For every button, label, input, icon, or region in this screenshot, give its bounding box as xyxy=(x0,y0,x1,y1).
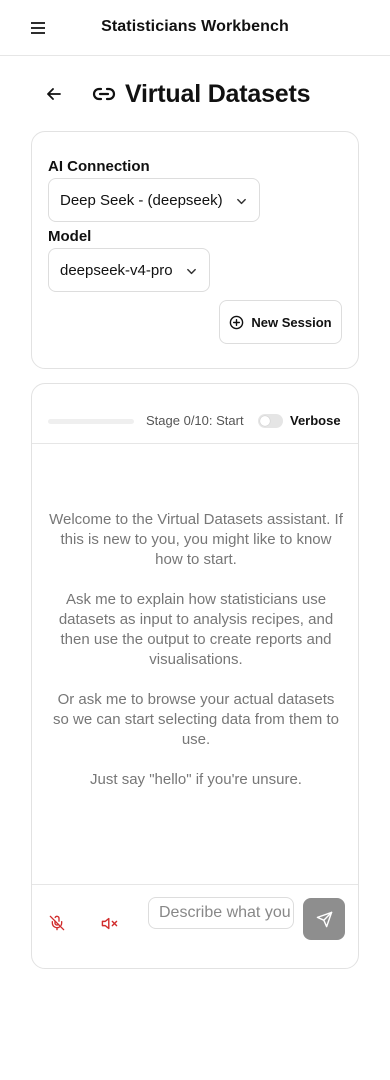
speaker-toggle-button[interactable] xyxy=(95,909,123,937)
stage-status-text: Stage 0/10: Start xyxy=(146,413,244,428)
new-session-button[interactable]: New Session xyxy=(219,300,342,344)
app-title: Statisticians Workbench xyxy=(101,18,289,35)
welcome-message: Or ask me to browse your actual datasets… xyxy=(53,691,339,748)
volume-off-icon xyxy=(101,915,118,932)
chat-messages: Welcome to the Virtual Datasets assistan… xyxy=(48,510,344,810)
verbose-toggle[interactable] xyxy=(258,414,283,428)
model-value: deepseek-v4-pro xyxy=(60,261,173,279)
chat-input-bar xyxy=(32,884,358,970)
verbose-label: Verbose xyxy=(290,413,341,428)
model-label: Model xyxy=(48,228,92,245)
welcome-message: Just say "hello" if you're unsure. xyxy=(90,771,302,788)
link-icon xyxy=(92,82,116,106)
ai-connection-value: Deep Seek - (deepseek) xyxy=(60,191,223,209)
plus-circle-icon xyxy=(229,315,244,330)
mic-toggle-button[interactable] xyxy=(43,909,71,937)
welcome-message: Welcome to the Virtual Datasets assistan… xyxy=(49,511,343,568)
stage-progress-bar xyxy=(48,419,134,424)
top-app-bar: Statisticians Workbench xyxy=(0,0,390,56)
welcome-message: Ask me to explain how statisticians use … xyxy=(58,591,334,668)
chevron-down-icon xyxy=(186,264,197,281)
connection-settings-card: AI Connection Deep Seek - (deepseek) Mod… xyxy=(31,131,359,369)
ai-connection-label: AI Connection xyxy=(48,158,150,175)
back-button[interactable] xyxy=(40,80,68,108)
chat-card: Stage 0/10: Start Verbose Welcome to the… xyxy=(31,383,359,969)
page-title-group: Virtual Datasets xyxy=(92,78,311,110)
toggle-knob xyxy=(260,416,270,426)
send-icon xyxy=(316,911,333,928)
arrow-left-icon xyxy=(47,88,61,100)
chat-prompt-input[interactable] xyxy=(148,897,294,929)
chat-status-bar: Stage 0/10: Start Verbose xyxy=(32,384,358,444)
chevron-down-icon xyxy=(236,194,247,211)
send-button[interactable] xyxy=(303,898,345,940)
model-select[interactable]: deepseek-v4-pro xyxy=(48,248,210,292)
ai-connection-select[interactable]: Deep Seek - (deepseek) xyxy=(48,178,260,222)
mic-off-icon xyxy=(49,915,65,931)
page-title: Virtual Datasets xyxy=(125,79,311,108)
new-session-label: New Session xyxy=(251,314,332,330)
